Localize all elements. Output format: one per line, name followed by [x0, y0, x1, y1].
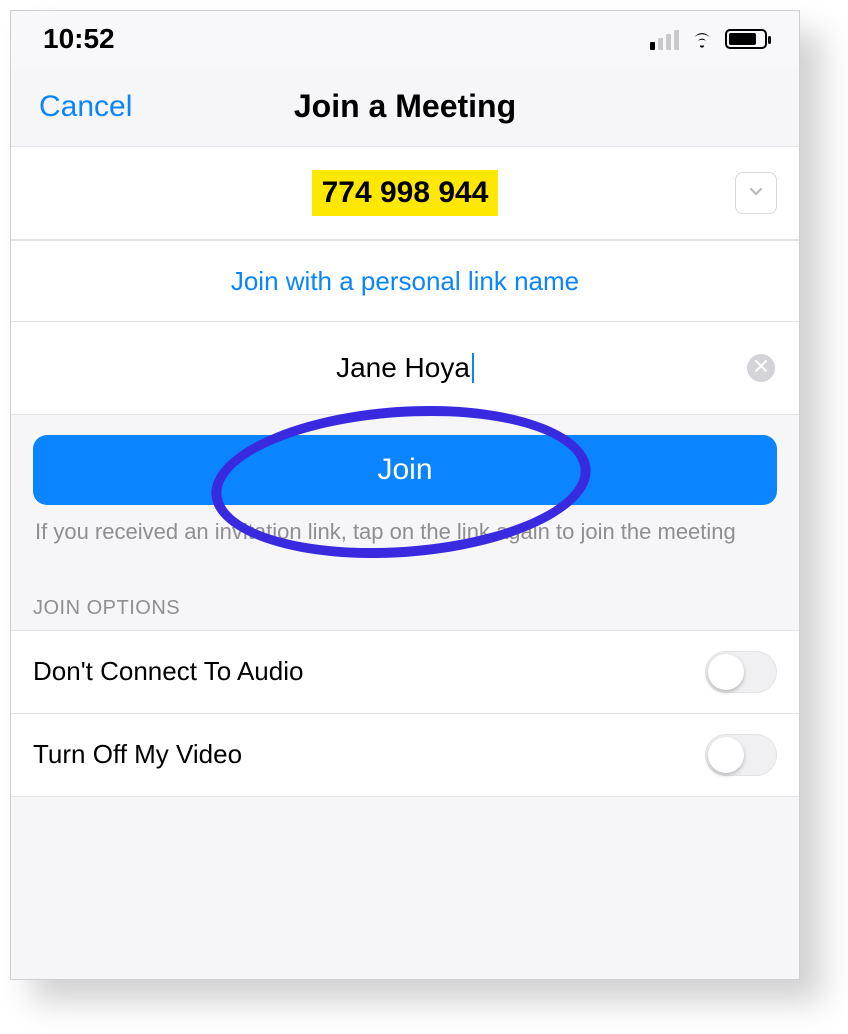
wifi-icon: [689, 26, 715, 52]
text-cursor: [472, 353, 474, 383]
close-icon: [755, 359, 767, 377]
meeting-id-history-dropdown[interactable]: [735, 172, 777, 214]
display-name-input[interactable]: Jane Hoya: [336, 352, 474, 384]
display-name-value: Jane Hoya: [336, 352, 470, 384]
join-options-header: JOIN OPTIONS: [11, 577, 799, 630]
cancel-button[interactable]: Cancel: [39, 90, 132, 124]
join-button[interactable]: Join: [33, 435, 777, 505]
helper-text: If you received an invitation link, tap …: [33, 505, 777, 569]
meeting-id-row: 774 998 944: [11, 146, 799, 240]
status-right: [650, 26, 767, 52]
status-bar: 10:52: [11, 11, 799, 67]
meeting-id-input[interactable]: 774 998 944: [312, 170, 499, 216]
personal-link-button[interactable]: Join with a personal link name: [231, 266, 579, 297]
display-name-row: Jane Hoya: [11, 321, 799, 415]
chevron-down-icon: [748, 183, 764, 204]
cellular-signal-icon: [650, 28, 679, 50]
nav-header: Cancel Join a Meeting: [11, 67, 799, 147]
dont-connect-audio-row: Don't Connect To Audio: [11, 630, 799, 714]
app-window: 10:52 Cancel Join a Meeting 774 998 944 …: [10, 10, 800, 980]
turn-off-video-label: Turn Off My Video: [33, 739, 242, 770]
turn-off-video-toggle[interactable]: [705, 734, 777, 776]
battery-icon: [725, 29, 767, 49]
join-area: Join If you received an invitation link,…: [11, 415, 799, 577]
personal-link-row: Join with a personal link name: [11, 240, 799, 322]
dont-connect-audio-toggle[interactable]: [705, 651, 777, 693]
clear-name-button[interactable]: [747, 354, 775, 382]
turn-off-video-row: Turn Off My Video: [11, 713, 799, 797]
dont-connect-audio-label: Don't Connect To Audio: [33, 656, 303, 687]
status-time: 10:52: [43, 23, 115, 55]
